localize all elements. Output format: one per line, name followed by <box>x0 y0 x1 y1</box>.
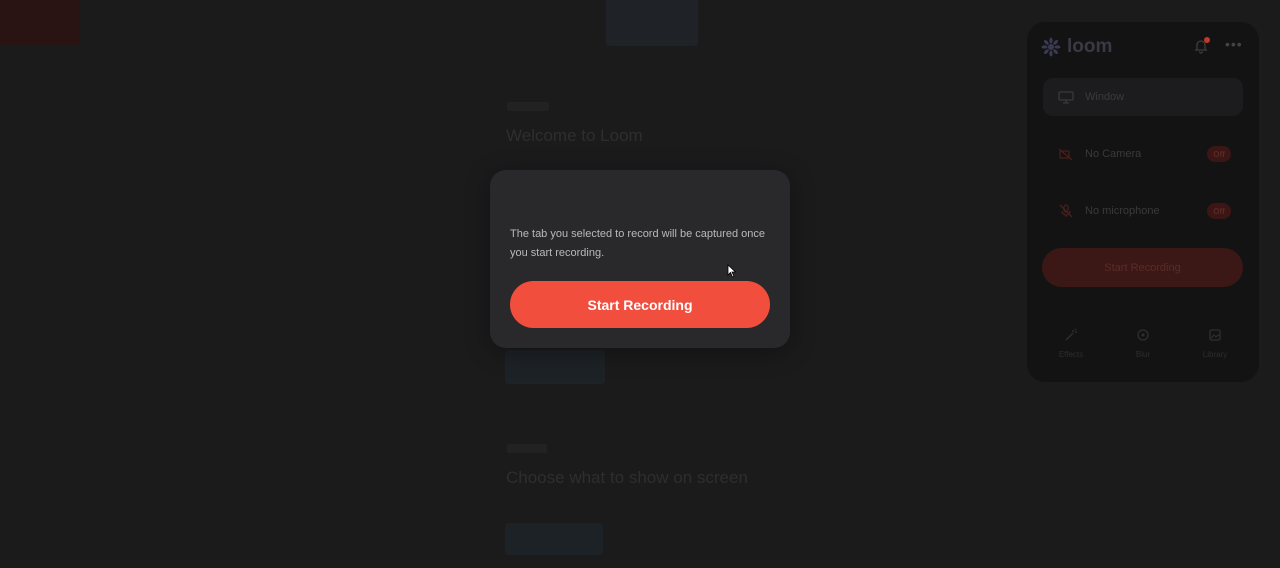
microphone-selector[interactable]: No microphone Off <box>1043 192 1243 230</box>
background-step-label-2 <box>507 444 547 453</box>
recording-source-selector[interactable]: Window <box>1043 78 1243 116</box>
loom-logo-icon <box>1041 37 1061 57</box>
library-icon <box>1209 329 1221 341</box>
loom-logo-text: loom <box>1067 36 1113 57</box>
loom-recorder-panel: loom ••• Window No Camera Off No microph… <box>1027 22 1259 382</box>
blur-icon <box>1137 329 1149 341</box>
footer-library[interactable]: Library <box>1195 328 1235 359</box>
footer-blur[interactable]: Blur <box>1123 328 1163 359</box>
footer-effects[interactable]: Effects <box>1051 328 1091 359</box>
background-action-button-2 <box>505 523 603 555</box>
background-step-label <box>507 102 549 111</box>
background-action-button <box>505 350 605 384</box>
camera-selector[interactable]: No Camera Off <box>1043 135 1243 173</box>
start-recording-button[interactable]: Start Recording <box>510 281 770 328</box>
panel-footer: Effects Blur Library <box>1051 328 1235 359</box>
panel-start-recording-button[interactable]: Start Recording <box>1042 248 1243 287</box>
microphone-off-badge[interactable]: Off <box>1207 203 1231 219</box>
background-second-heading: Choose what to show on screen <box>506 468 748 487</box>
source-label: Window <box>1085 91 1125 103</box>
footer-blur-label: Blur <box>1135 350 1151 359</box>
mouse-cursor-icon <box>727 264 737 278</box>
mic-off-icon <box>1057 204 1075 218</box>
monitor-icon <box>1057 90 1075 104</box>
footer-library-label: Library <box>1202 350 1228 359</box>
background-top-button <box>606 0 698 46</box>
microphone-label: No microphone <box>1085 205 1160 217</box>
more-options-icon[interactable]: ••• <box>1225 36 1243 52</box>
camera-label: No Camera <box>1085 148 1142 160</box>
loom-logo: loom <box>1041 36 1112 58</box>
effects-icon <box>1065 328 1077 341</box>
camera-off-icon <box>1057 147 1075 161</box>
footer-effects-label: Effects <box>1058 350 1084 359</box>
record-tab-modal: The tab you selected to record will be c… <box>490 170 790 348</box>
background-welcome-heading: Welcome to Loom <box>506 126 643 145</box>
modal-message: The tab you selected to record will be c… <box>510 228 765 259</box>
background-red-block <box>0 0 80 46</box>
notification-dot <box>1204 37 1210 43</box>
camera-off-badge[interactable]: Off <box>1207 146 1231 162</box>
